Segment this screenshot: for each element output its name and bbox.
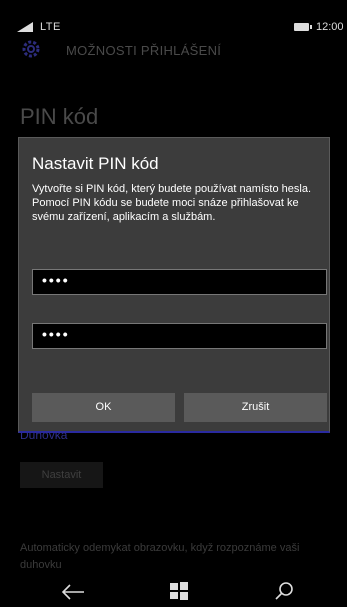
- navigation-bar: [0, 578, 347, 607]
- auto-unlock-text: Automaticky odemykat obrazovku, když roz…: [20, 542, 300, 571]
- gear-icon: [22, 40, 40, 58]
- dialog-title: Nastavit PIN kód: [32, 154, 159, 173]
- search-icon[interactable]: [273, 580, 295, 602]
- dialog-description: Vytvořte si PIN kód, který budete použív…: [32, 183, 312, 223]
- iris-setup-button[interactable]: Nastavit: [20, 462, 103, 488]
- network-type: LTE: [40, 21, 61, 33]
- status-time: 12:00: [316, 21, 344, 33]
- battery-icon: [294, 23, 312, 31]
- status-bar: LTE 12:00: [0, 0, 347, 44]
- ok-button[interactable]: OK: [32, 393, 175, 422]
- windows-start-icon[interactable]: [170, 582, 188, 600]
- pin-input[interactable]: ••••: [32, 269, 327, 295]
- back-arrow-icon[interactable]: [60, 582, 86, 602]
- pin-confirm-input[interactable]: ••••: [32, 323, 327, 349]
- cancel-button[interactable]: Zrušit: [184, 393, 327, 422]
- set-pin-dialog: Nastavit PIN kód Vytvořte si PIN kód, kt…: [18, 137, 330, 433]
- signal-strength-icon: [17, 22, 33, 32]
- app-title: MOŽNOSTI PŘIHLÁŠENÍ: [66, 43, 222, 58]
- page-heading: PIN kód: [20, 104, 99, 129]
